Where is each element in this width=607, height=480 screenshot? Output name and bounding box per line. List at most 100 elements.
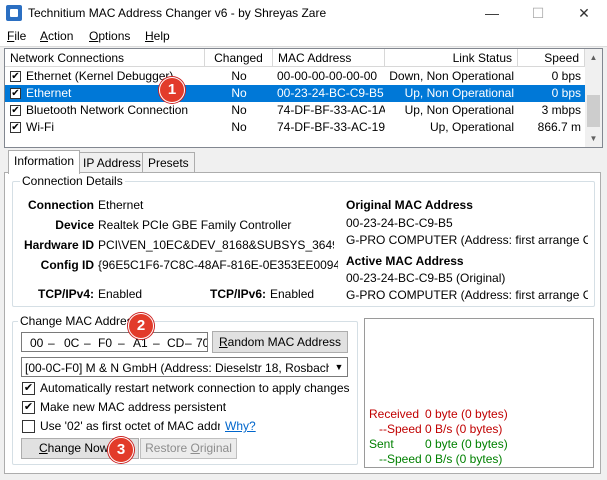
chevron-down-icon[interactable]: ▼ [331,359,347,375]
window-title: Technitium MAC Address Changer v6 - by S… [28,6,327,20]
tab-information[interactable]: Information [8,150,81,174]
tab-presets[interactable]: Presets [142,152,195,173]
row-checkbox[interactable]: ✔ [10,88,21,99]
mac-octet: 00 [30,336,44,350]
received-speed-label: --Speed [379,422,422,436]
menu-action-accel: A [40,29,49,43]
vendor-select-value: [00-0C-F0] M & N GmbH (Address: Dieselst… [25,361,329,375]
mac-cell: 00-00-00-00-00-00 [277,69,378,83]
received-value: 0 byte (0 bytes) [425,407,508,421]
column-header-connections[interactable]: Network Connections [5,49,205,67]
mac-octet: F0 [98,336,113,350]
tcpv4-value: Enabled [98,287,143,301]
status-cell: Up, Operational [429,120,514,134]
close-button[interactable]: ✕ [561,0,607,27]
menu-options-accel: O [89,29,99,43]
row-checkbox[interactable]: ✔ [10,122,21,133]
active-mac-vendor: G-PRO COMPUTER (Address: first arrange C… [346,288,588,302]
row-checkbox[interactable]: ✔ [10,105,21,116]
mac-address-input[interactable]: 00 – 0C – F0 – A1 – CD – 70 [21,332,208,352]
received-label: Received [369,407,420,421]
persistent-checkbox[interactable]: ✔ [22,401,35,414]
vendor-select[interactable]: [00-0C-F0] M & N GmbH (Address: Dieselst… [21,357,348,377]
sent-speed-label: --Speed [379,452,422,466]
table-row[interactable]: ✔ Ethernet (Kernel Debugger) No 00-00-00… [5,68,585,85]
mac-separator: – [48,336,55,350]
original-mac-title: Original MAC Address [346,198,473,212]
original-mac-value: 00-23-24-BC-C9-B5 [346,216,453,230]
title-bar[interactable]: Technitium MAC Address Changer v6 - by S… [0,0,607,27]
random-mac-label: andom MAC Address [227,335,342,349]
menu-file[interactable]: File [7,28,26,45]
use-02-label: Use '02' as first octet of MAC address [40,419,220,433]
connection-value: Ethernet [98,198,144,212]
menu-file-label: ile [14,29,27,43]
config-id-value: {96E5C1F6-7C8C-48AF-816E-0E353EE00948} [98,258,338,272]
connection-label: Connection [28,198,94,212]
list-scrollbar[interactable]: ▲ ▼ [585,49,602,147]
mac-octet: CD [167,336,185,350]
changed-cell: No [231,120,247,134]
restore-original-accel: O [190,441,200,455]
change-mac-title: Change MAC Address [18,314,141,328]
column-header-speed[interactable]: Speed [518,49,585,67]
mac-separator: – [153,336,160,350]
column-header-link-status[interactable]: Link Status [385,49,518,67]
table-row[interactable]: ✔ Wi-Fi No 74-DF-BF-33-AC-19 Up, Operati… [5,119,585,136]
hardware-id-value: PCI\VEN_10EC&DEV_8168&SUBSYS_364917A [98,238,334,252]
why-link[interactable]: Why? [225,419,256,433]
table-row[interactable]: ✔ Bluetooth Network Connection No 74-DF-… [5,102,585,119]
connection-name: Bluetooth Network Connection [26,103,189,117]
menu-help[interactable]: Help [145,28,170,45]
mac-separator: – [84,336,91,350]
random-mac-accel: R [218,335,228,349]
connection-name: Wi-Fi [26,120,54,134]
use-02-checkbox[interactable] [22,420,35,433]
changed-cell: No [231,69,247,83]
column-header-mac[interactable]: MAC Address [273,49,385,67]
menu-help-accel: H [145,29,154,43]
restore-original-button[interactable]: Restore Original [140,438,237,459]
mac-cell: 00-23-24-BC-C9-B5 [277,86,384,100]
connection-details-title: Connection Details [20,174,125,188]
minimize-button[interactable]: — [469,0,515,27]
sent-value: 0 byte (0 bytes) [425,437,508,451]
mac-octet: 70 [196,336,207,350]
app-icon [6,5,22,21]
table-row-selected[interactable]: ✔ Ethernet No 00-23-24-BC-C9-B5 Up, Non … [5,85,585,102]
status-cell: Up, Non Operational [404,86,514,100]
sent-label: Sent [369,437,394,451]
mac-separator: – [185,336,192,350]
annotation-badge-3: 3 [108,437,134,463]
active-mac-title: Active MAC Address [346,254,464,268]
traffic-stats-panel: Received 0 byte (0 bytes) --Speed 0 B/s … [364,318,594,468]
menu-options-label: ptions [98,29,131,43]
annotation-badge-1: 1 [159,77,185,103]
tcpv6-value: Enabled [270,287,315,301]
menu-action[interactable]: Action [40,28,73,45]
tcpv4-label: TCP/IPv4: [37,287,94,301]
speed-cell: 0 bps [551,86,581,100]
mac-cell: 74-DF-BF-33-AC-19 [277,120,385,134]
network-connections-list[interactable]: Network Connections Changed MAC Address … [4,48,603,148]
tab-ip-address[interactable]: IP Address [77,152,147,173]
column-header-changed[interactable]: Changed [205,49,273,67]
device-label: Device [55,218,94,232]
received-speed-value: 0 B/s (0 bytes) [425,422,503,436]
scroll-thumb[interactable] [587,95,600,127]
speed-cell: 0 bps [551,69,581,83]
maximize-button[interactable]: ☐ [515,0,561,27]
menu-help-label: elp [153,29,170,43]
change-now-accel: C [39,441,48,455]
restore-original-label: Restore [145,441,191,455]
random-mac-button[interactable]: Random MAC Address [212,331,348,353]
active-mac-value: 00-23-24-BC-C9-B5 (Original) [346,271,506,285]
change-now-label: hange Now ! [47,441,116,455]
menu-options[interactable]: Options [89,28,130,45]
mac-cell: 74-DF-BF-33-AC-1A [277,103,385,117]
row-checkbox[interactable]: ✔ [10,71,21,82]
auto-restart-checkbox[interactable]: ✔ [22,382,35,395]
scroll-down-icon[interactable]: ▼ [585,130,602,147]
changed-cell: No [231,103,247,117]
scroll-up-icon[interactable]: ▲ [585,49,602,66]
